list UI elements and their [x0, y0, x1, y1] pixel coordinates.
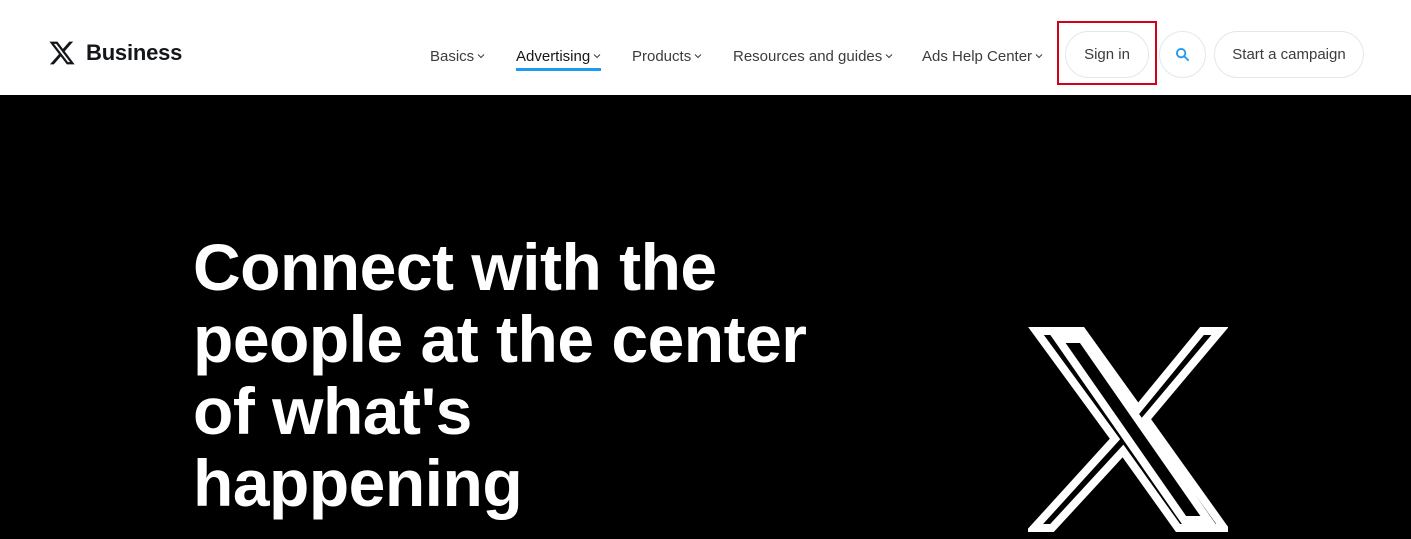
brand-link[interactable]: Business	[48, 38, 182, 68]
x-logo-icon	[1028, 327, 1228, 532]
x-logo-icon	[49, 41, 75, 65]
hero-title: Connect with the people at the center of…	[193, 230, 807, 520]
nav-item-label: Products	[632, 47, 692, 65]
search-icon	[1175, 47, 1190, 62]
nav-item-label: Ads Help Center	[922, 47, 1033, 65]
nav-item-resources-and-guides[interactable]: Resources and guides	[733, 44, 893, 68]
nav-item-products[interactable]: Products	[632, 44, 702, 68]
site-header: Business Basics Advertising Products Res…	[0, 0, 1411, 95]
start-campaign-button[interactable]: Start a campaign	[1214, 31, 1364, 78]
nav-item-label: Advertising	[516, 47, 591, 65]
hero-section: Connect with the people at the center of…	[0, 95, 1411, 539]
chevron-down-icon	[593, 54, 601, 59]
brand-name: Business	[86, 40, 183, 65]
chevron-down-icon	[885, 54, 893, 59]
chevron-down-icon	[1035, 54, 1043, 59]
sign-in-button[interactable]: Sign in	[1065, 31, 1149, 78]
chevron-down-icon	[694, 54, 702, 59]
nav-item-label: Basics	[430, 47, 475, 65]
nav-item-advertising[interactable]: Advertising	[516, 44, 602, 71]
search-button[interactable]	[1159, 31, 1206, 78]
active-nav-underline	[516, 68, 602, 71]
nav-item-label: Resources and guides	[733, 47, 883, 65]
nav-item-ads-help-center[interactable]: Ads Help Center	[922, 44, 1043, 68]
nav-item-basics[interactable]: Basics	[430, 44, 485, 68]
chevron-down-icon	[477, 54, 485, 59]
